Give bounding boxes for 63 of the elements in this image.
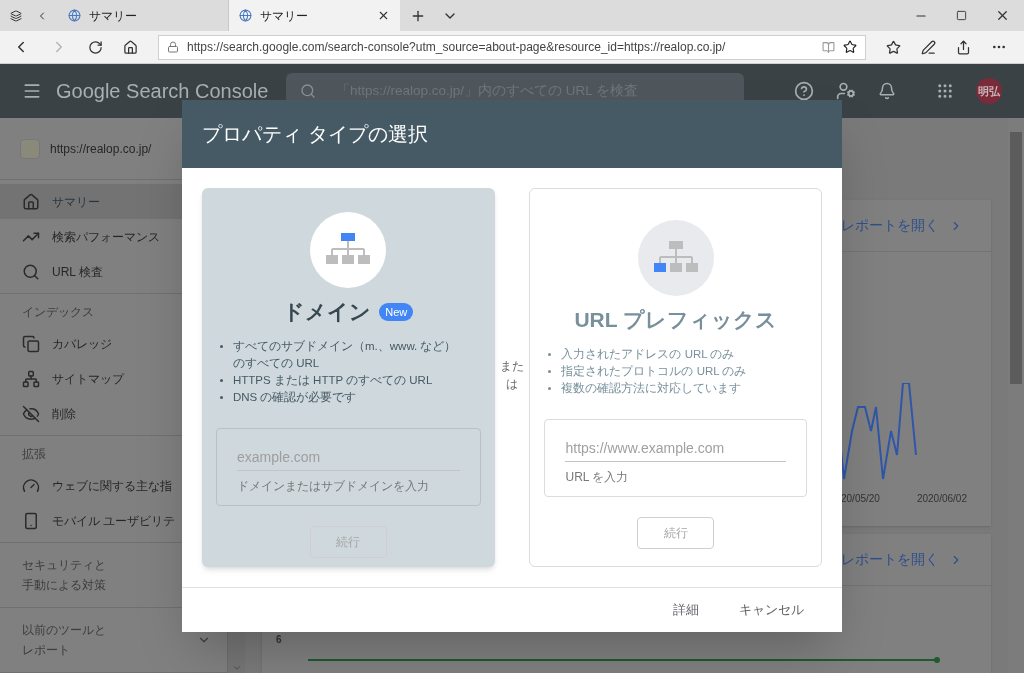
section-heading: セキュリティと手動による対策 xyxy=(22,557,107,594)
copy-icon xyxy=(22,334,40,353)
sitemap-icon xyxy=(22,369,40,388)
maximize-icon[interactable] xyxy=(956,10,967,21)
url-text: https://search.google.com/search-console?utm_source=about-page&resource_id=https://realop.co.jp/ xyxy=(187,39,727,56)
bell-icon[interactable] xyxy=(878,82,896,100)
refresh-icon[interactable] xyxy=(88,39,103,55)
bullet-text: DNS の確認が必要です xyxy=(233,389,358,405)
property-url[interactable]: https://realop.co.jp/ xyxy=(50,139,152,158)
favicon-icon xyxy=(68,9,81,22)
search-icon xyxy=(300,83,316,99)
axis-label: 20/05/20 xyxy=(841,492,880,506)
help-icon[interactable] xyxy=(794,81,814,101)
new-badge: New xyxy=(379,302,414,321)
input-field[interactable]: https://www.example.com xyxy=(565,437,786,462)
app-title: Google Search Console xyxy=(56,79,270,104)
menu-icon[interactable] xyxy=(22,81,42,101)
input-field[interactable]: example.com xyxy=(237,446,460,471)
dialog-action-button[interactable]: キャンセル xyxy=(727,595,816,625)
bullet-text: 複数の確認方法に対応しています xyxy=(561,380,743,396)
avatar[interactable]: 明弘 xyxy=(976,78,1002,104)
input-card[interactable]: https://www.example.com URL を入力 xyxy=(544,418,807,497)
home-icon xyxy=(22,192,40,211)
search-icon xyxy=(22,262,40,281)
favicon-icon xyxy=(239,9,252,22)
open-report-link[interactable]: レポートを開く xyxy=(841,215,963,236)
address-field[interactable]: https://search.google.com/search-console?utm_source=about-page&resource_id=https://realop.co.jp/ xyxy=(158,34,866,60)
helper-text: URL を入力 xyxy=(565,468,630,486)
open-report-link[interactable]: レポートを開く xyxy=(841,549,963,570)
bullet-text: すべてのサブドメイン（m.、www. など）のすべての URL xyxy=(233,338,458,371)
apps-icon[interactable] xyxy=(936,82,954,100)
tab-groups-icon[interactable] xyxy=(10,8,22,23)
or-text: または xyxy=(500,357,524,393)
input-card[interactable]: example.com ドメインまたはサブドメインを入力 xyxy=(216,427,481,506)
bullet-text: HTTPS または HTTP のすべての URL xyxy=(233,372,434,388)
helper-text: ドメインまたはサブドメインを入力 xyxy=(237,477,430,495)
pen-icon[interactable] xyxy=(921,39,936,55)
browser-tab[interactable]: サマリー xyxy=(229,0,400,31)
share-icon[interactable] xyxy=(956,39,971,55)
favorites-icon[interactable] xyxy=(886,39,901,55)
close-tab-icon[interactable] xyxy=(377,9,390,22)
home-icon[interactable] xyxy=(123,39,138,55)
lock-icon xyxy=(167,41,179,53)
bullet-text: 指定されたプロトコルの URL のみ xyxy=(561,363,748,379)
scrollbar[interactable] xyxy=(1008,118,1024,673)
star-icon[interactable] xyxy=(843,40,857,54)
property-type-card[interactable]: URL プレフィックス 入力されたアドレスの URL のみ 指定されたプロトコルの URL のみ 複数の確認方法に対応しています https://www.example.com URL を入力 続行 xyxy=(529,188,822,567)
reading-view-icon[interactable] xyxy=(822,40,835,54)
option-title: ドメイン xyxy=(283,299,372,325)
tab-title: サマリー xyxy=(89,7,138,25)
gauge-icon xyxy=(22,476,40,495)
dialog-title: プロパティ タイプの選択 xyxy=(202,122,428,147)
phone-icon xyxy=(22,511,40,530)
tab-title: サマリー xyxy=(260,7,309,25)
close-window-icon[interactable] xyxy=(995,8,1010,23)
axis-label: 2020/06/02 xyxy=(916,492,967,506)
user-settings-icon[interactable] xyxy=(836,81,856,101)
option-title: URL プレフィックス xyxy=(574,307,778,333)
section-heading: 拡張 xyxy=(22,446,47,463)
eye-off-icon xyxy=(22,404,40,423)
bullet-text: 入力されたアドレスの URL のみ xyxy=(561,346,736,362)
axis-label: 6 xyxy=(276,633,283,647)
dialog-action-button[interactable]: 詳細 xyxy=(661,595,711,625)
